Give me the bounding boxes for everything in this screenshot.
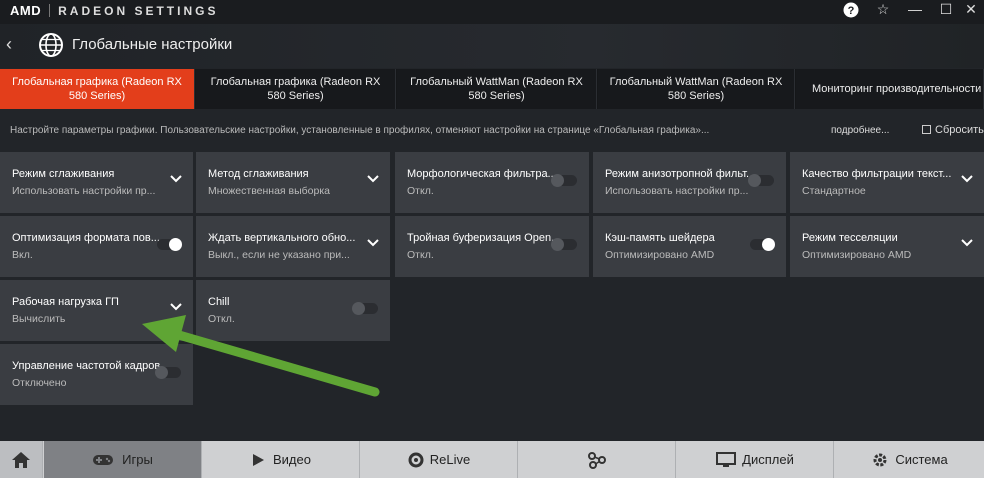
nav-games-label: Игры bbox=[122, 452, 153, 467]
bottom-navigation: Игры Видео ReLive Дисплей Система bbox=[0, 441, 984, 478]
setting-title: Ждать вертикального обно... bbox=[208, 232, 356, 244]
globe-icon bbox=[39, 33, 63, 57]
setting-value: Использовать настройки пр... bbox=[12, 185, 156, 197]
setting-title: Chill bbox=[208, 296, 230, 308]
description-bar: Настройте параметры графики. Пользовател… bbox=[0, 117, 984, 143]
tab-performance-monitoring[interactable]: Мониторинг производительности bbox=[796, 69, 984, 109]
setting-morphological-filtering[interactable]: Морфологическая фильтра... Откл. bbox=[395, 152, 589, 213]
setting-title: Тройная буферизация Open... bbox=[407, 232, 557, 244]
setting-gpu-workload[interactable]: Рабочая нагрузка ГП Вычислить bbox=[0, 280, 193, 341]
chevron-down-icon[interactable] bbox=[366, 172, 380, 186]
chevron-down-icon[interactable] bbox=[366, 236, 380, 250]
reset-button[interactable]: Сбросить bbox=[922, 124, 984, 136]
svg-text:?: ? bbox=[848, 5, 855, 17]
nav-games[interactable]: Игры bbox=[44, 441, 202, 478]
nav-relive-label: ReLive bbox=[429, 452, 471, 467]
toggle-switch[interactable] bbox=[157, 238, 182, 251]
setting-value: Откл. bbox=[208, 313, 235, 325]
toggle-switch[interactable] bbox=[551, 174, 577, 187]
tab-global-graphics[interactable]: Глобальная графика (Radeon RX 580 Series… bbox=[196, 69, 396, 109]
setting-title: Оптимизация формата пов... bbox=[12, 232, 160, 244]
app-name: RADEON SETTINGS bbox=[58, 4, 219, 18]
tab-global-wattman[interactable]: Глобальный WattMan (Radeon RX 580 Series… bbox=[397, 69, 597, 109]
tab-global-graphics-active[interactable]: Глобальная графика (Radeon RX 580 Series… bbox=[0, 69, 195, 109]
setting-value: Отключено bbox=[12, 377, 67, 389]
gear-icon bbox=[873, 453, 887, 466]
toggle-switch[interactable] bbox=[750, 238, 775, 251]
tab-bar: Глобальная графика (Radeon RX 580 Series… bbox=[0, 69, 984, 109]
setting-value: Оптимизировано AMD bbox=[605, 249, 715, 261]
setting-value: Вкл. bbox=[12, 249, 33, 261]
setting-value: Откл. bbox=[407, 185, 434, 197]
back-button[interactable]: ‹ bbox=[6, 34, 12, 55]
chevron-down-icon[interactable] bbox=[169, 172, 183, 186]
setting-tessellation-mode[interactable]: Режим тесселяции Оптимизировано AMD bbox=[790, 216, 984, 277]
setting-value: Оптимизировано AMD bbox=[802, 249, 912, 261]
setting-value: Откл. bbox=[407, 249, 434, 261]
home-icon bbox=[12, 451, 30, 468]
toggle-switch[interactable] bbox=[352, 302, 378, 315]
reset-icon bbox=[922, 125, 931, 134]
setting-triple-buffering[interactable]: Тройная буферизация Open... Откл. bbox=[395, 216, 589, 277]
nav-relive[interactable]: ReLive bbox=[361, 441, 518, 478]
close-button[interactable]: ✕ bbox=[958, 0, 984, 20]
setting-title: Метод сглаживания bbox=[208, 168, 309, 180]
setting-value: Использовать настройки пр... bbox=[605, 185, 749, 197]
setting-texture-filtering-quality[interactable]: Качество фильтрации текст... Стандартное bbox=[790, 152, 984, 213]
amd-logo: AMD bbox=[10, 3, 42, 18]
toggle-switch[interactable] bbox=[748, 174, 774, 187]
setting-value: Множественная выборка bbox=[208, 185, 331, 197]
chevron-down-icon[interactable] bbox=[960, 172, 974, 186]
chevron-down-icon[interactable] bbox=[960, 236, 974, 250]
setting-wait-for-vertical-refresh[interactable]: Ждать вертикального обно... Выкл., если … bbox=[196, 216, 390, 277]
favorite-button[interactable]: ☆ bbox=[870, 0, 896, 20]
toggle-switch[interactable] bbox=[551, 238, 577, 251]
setting-title: Управление частотой кадров bbox=[12, 360, 161, 372]
setting-title: Рабочая нагрузка ГП bbox=[12, 296, 119, 308]
minimize-button[interactable]: — bbox=[902, 0, 928, 20]
page-header: ‹ Глобальные настройки bbox=[0, 24, 984, 68]
brand: AMD RADEON SETTINGS bbox=[10, 3, 218, 18]
relive-icon bbox=[408, 452, 424, 467]
connect-icon bbox=[588, 451, 606, 469]
gamepad-icon bbox=[93, 454, 114, 465]
monitor-icon bbox=[716, 451, 737, 467]
setting-surface-format-optimization[interactable]: Оптимизация формата пов... Вкл. bbox=[0, 216, 193, 277]
nav-system[interactable]: Система bbox=[835, 441, 984, 478]
nav-system-label: Система bbox=[895, 452, 948, 467]
nav-home[interactable] bbox=[0, 441, 43, 478]
setting-value: Выкл., если не указано при... bbox=[208, 249, 350, 261]
description-text: Настройте параметры графики. Пользовател… bbox=[10, 125, 710, 136]
setting-value: Стандартное bbox=[802, 185, 866, 197]
toggle-switch[interactable] bbox=[155, 366, 181, 379]
setting-chill[interactable]: Chill Откл. bbox=[196, 280, 390, 341]
setting-title: Морфологическая фильтра... bbox=[407, 168, 557, 180]
help-icon: ? bbox=[843, 2, 859, 18]
setting-shader-cache[interactable]: Кэш-память шейдера Оптимизировано AMD bbox=[593, 216, 786, 277]
play-icon bbox=[253, 453, 264, 466]
setting-antialiasing-mode[interactable]: Режим сглаживания Использовать настройки… bbox=[0, 152, 193, 213]
setting-title: Режим анизотропной фильт... bbox=[605, 168, 755, 180]
setting-title: Режим сглаживания bbox=[12, 168, 115, 180]
more-link[interactable]: подробнее... bbox=[831, 125, 889, 136]
page-title: Глобальные настройки bbox=[72, 36, 233, 53]
title-bar: AMD RADEON SETTINGS ? ☆ — ☐ ✕ bbox=[0, 0, 984, 24]
setting-value: Вычислить bbox=[12, 313, 66, 325]
setting-anisotropic-filtering[interactable]: Режим анизотропной фильт... Использовать… bbox=[593, 152, 786, 213]
nav-video[interactable]: Видео bbox=[203, 441, 360, 478]
chevron-down-icon[interactable] bbox=[169, 300, 183, 314]
setting-title: Режим тесселяции bbox=[802, 232, 898, 244]
nav-display-label: Дисплей bbox=[742, 452, 794, 467]
nav-display[interactable]: Дисплей bbox=[677, 441, 834, 478]
setting-title: Кэш-память шейдера bbox=[605, 232, 715, 244]
setting-title: Качество фильтрации текст... bbox=[802, 168, 952, 180]
setting-antialiasing-method[interactable]: Метод сглаживания Множественная выборка bbox=[196, 152, 390, 213]
help-button[interactable]: ? bbox=[838, 0, 864, 20]
tab-global-wattman-2[interactable]: Глобальный WattMan (Radeon RX 580 Series… bbox=[598, 69, 795, 109]
nav-video-label: Видео bbox=[273, 452, 311, 467]
reset-label: Сбросить bbox=[935, 124, 984, 136]
nav-connect[interactable] bbox=[519, 441, 676, 478]
maximize-button[interactable]: ☐ bbox=[933, 0, 959, 20]
setting-frame-rate-control[interactable]: Управление частотой кадров Отключено bbox=[0, 344, 193, 405]
